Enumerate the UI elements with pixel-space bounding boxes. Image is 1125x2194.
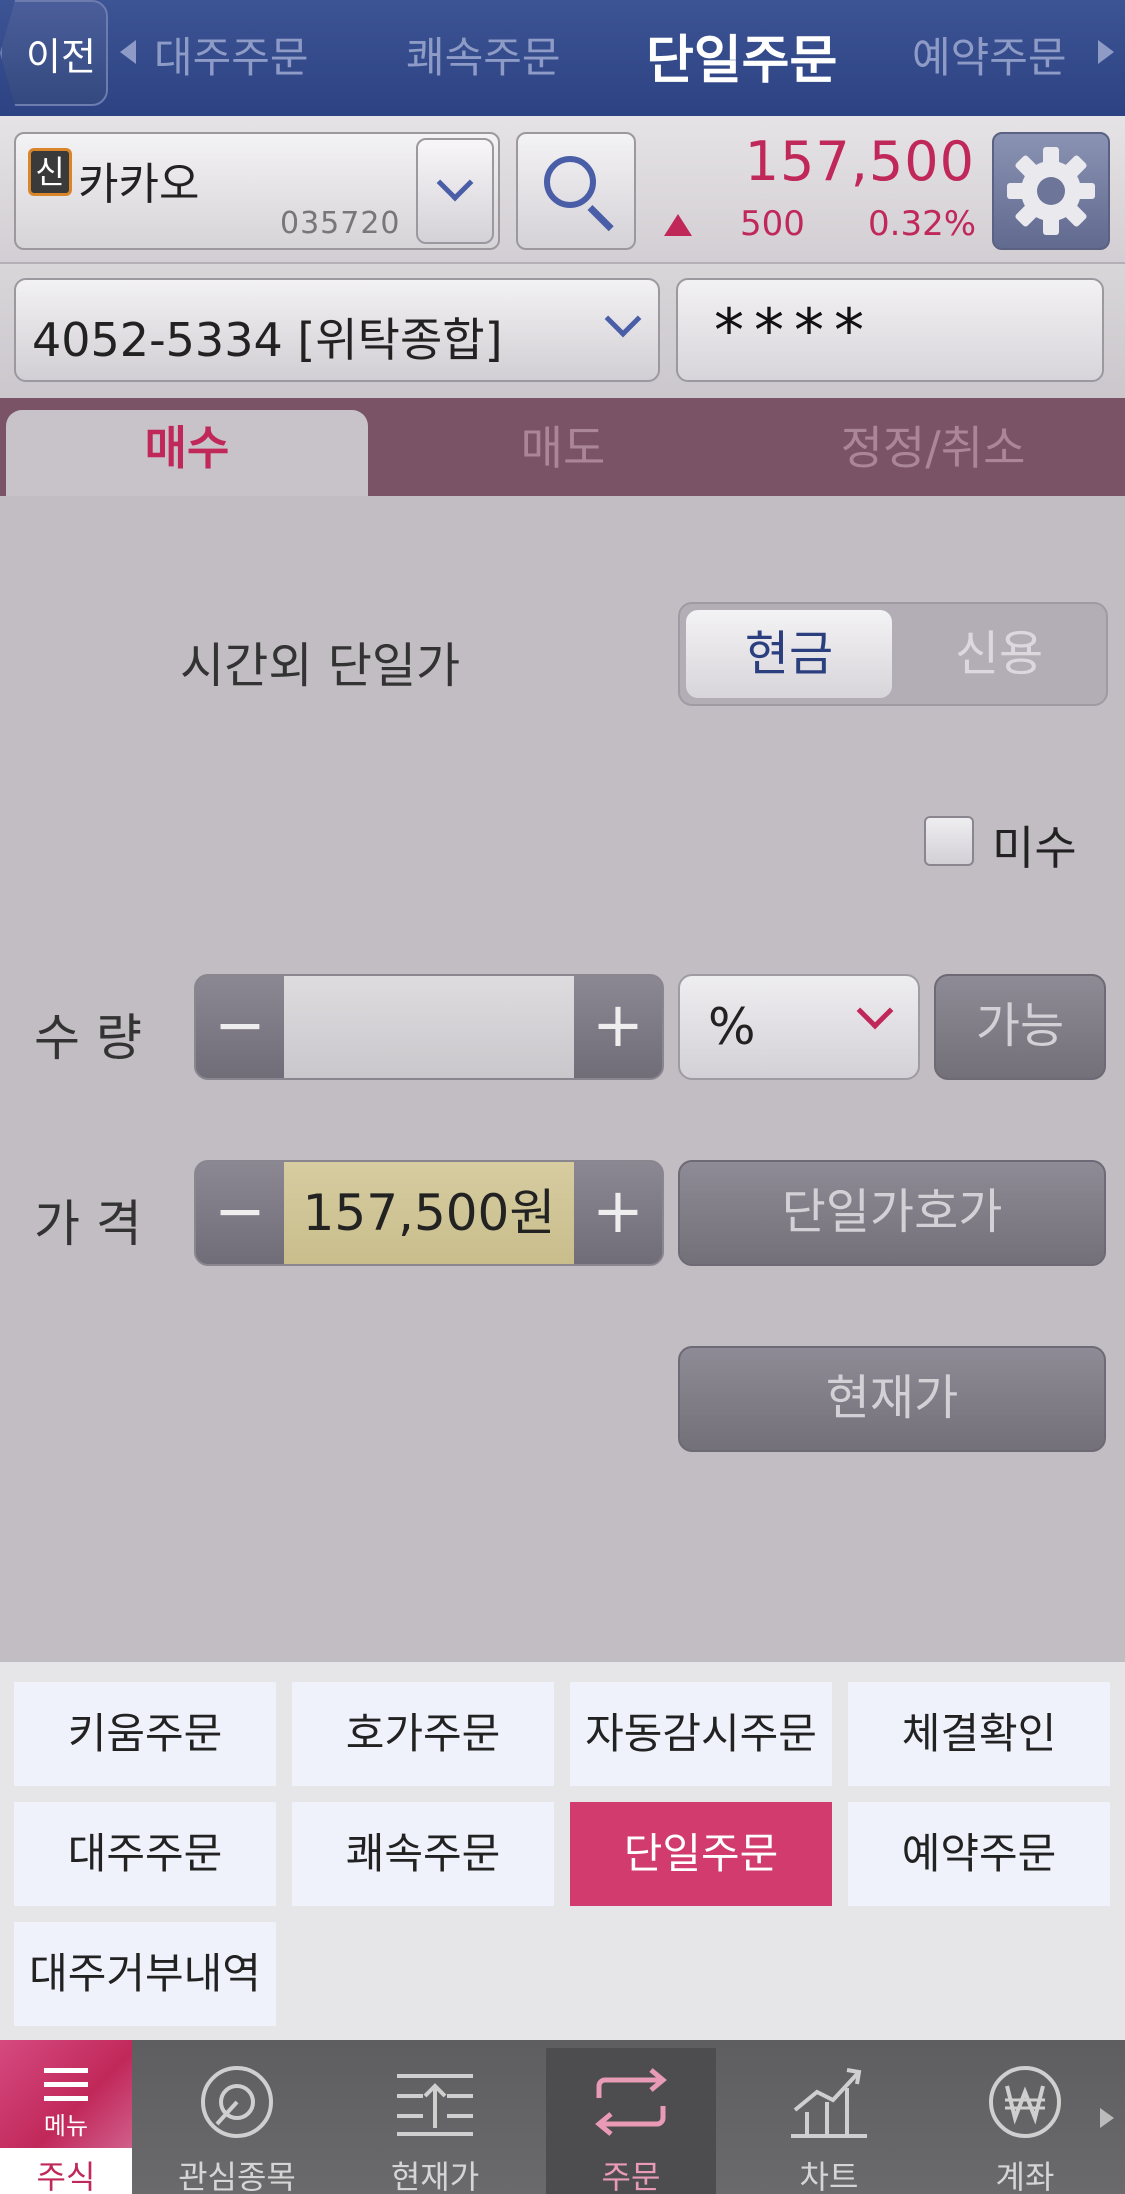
stock-dropdown-button[interactable] [416, 138, 494, 244]
order-type-label: 시간외 단일가 [180, 638, 461, 694]
payment-toggle: 현금 신용 [678, 602, 1108, 706]
account-won-icon [989, 2066, 1061, 2138]
tab-sell[interactable]: 매도 [378, 410, 748, 496]
order-icon [595, 2068, 667, 2136]
password-field[interactable]: **** [676, 278, 1104, 382]
nav-watchlist[interactable]: 관심종목 [152, 2048, 322, 2194]
credit-badge: 신 [28, 148, 72, 196]
quantity-plus-button[interactable]: + [574, 976, 662, 1078]
header-tab-quick[interactable]: 쾌속주문 [406, 24, 561, 85]
quick-auto-monitor-order[interactable]: 자동감시주문 [570, 1682, 832, 1786]
quick-hoga-order[interactable]: 호가주문 [292, 1682, 554, 1786]
quantity-minus-button[interactable]: − [196, 976, 284, 1078]
account-number: 4052-5334 [위탁종합] [32, 313, 503, 367]
menu-button[interactable]: 메뉴 주식 [0, 2040, 132, 2194]
current-price-icon [397, 2074, 473, 2136]
chevron-down-icon [436, 164, 474, 202]
quick-single-order[interactable]: 단일주문 [570, 1802, 832, 1906]
password-value: **** [714, 296, 874, 366]
current-price: 157,500 [744, 130, 975, 193]
misu-label: 미수 [992, 821, 1077, 875]
stock-selector[interactable]: 신 카카오 035720 [14, 132, 500, 250]
tab-modify-cancel[interactable]: 정정/취소 [748, 410, 1118, 496]
chevron-down-icon [604, 300, 642, 338]
single-price-quote-button[interactable]: 단일가호가 [678, 1160, 1106, 1266]
nav-label: 차트 [799, 2158, 859, 2194]
credit-option[interactable]: 신용 [896, 610, 1102, 698]
header-tab-reserve[interactable]: 예약주문 [912, 24, 1067, 85]
quick-reserve-order[interactable]: 예약주문 [848, 1802, 1110, 1906]
header-tab-daeju[interactable]: 대주주문 [154, 24, 309, 85]
price-change-rate: 0.32% [868, 204, 977, 244]
quantity-label: 수 량 [34, 1009, 142, 1067]
stock-row: 신 카카오 035720 157,500 500 0.32% [0, 116, 1125, 264]
menu-category-label: 주식 [36, 2158, 96, 2194]
quick-menu: 키움주문 호가주문 자동감시주문 체결확인 대주주문 쾌속주문 단일주문 예약주… [0, 1662, 1125, 2040]
price-input[interactable]: 157,500원 [284, 1162, 574, 1264]
quick-daeju-reject-history[interactable]: 대주거부내역 [14, 1922, 276, 2026]
nav-label: 관심종목 [178, 2158, 296, 2194]
price-change: 500 [740, 204, 805, 244]
quick-execution-check[interactable]: 체결확인 [848, 1682, 1110, 1786]
hamburger-icon [44, 2068, 88, 2073]
account-selector[interactable]: 4052-5334 [위탁종합] [14, 278, 660, 382]
settings-button[interactable] [992, 132, 1110, 250]
bottom-nav: 메뉴 주식 관심종목 현재가 주문 차트 계좌 [0, 2040, 1125, 2194]
nav-label: 현재가 [390, 2158, 480, 2194]
quick-kiwoom-order[interactable]: 키움주문 [14, 1682, 276, 1786]
nav-more-arrow-icon[interactable] [1100, 2108, 1114, 2128]
scroll-left-icon[interactable] [120, 40, 136, 64]
price-stepper: − 157,500원 + [194, 1160, 664, 1266]
stock-name: 카카오 [78, 159, 200, 210]
tab-buy[interactable]: 매수 [6, 410, 368, 496]
search-icon [544, 156, 596, 208]
nav-account[interactable]: 계좌 [940, 2048, 1110, 2194]
menu-small-label: 메뉴 [43, 2112, 89, 2140]
quantity-input[interactable] [284, 976, 574, 1078]
account-row: 4052-5334 [위탁종합] **** [0, 264, 1125, 398]
quick-daeju-order[interactable]: 대주주문 [14, 1802, 276, 1906]
unit-select-value: % [708, 998, 756, 1056]
current-price-button[interactable]: 현재가 [678, 1346, 1106, 1452]
stock-code: 035720 [280, 206, 401, 241]
top-header: 이전 대주주문 쾌속주문 단일주문 예약주문 [0, 0, 1125, 116]
unit-select[interactable]: % [678, 974, 920, 1080]
back-button[interactable]: 이전 [0, 0, 108, 106]
available-button[interactable]: 가능 [934, 974, 1106, 1080]
cash-option[interactable]: 현금 [686, 610, 892, 698]
up-arrow-icon [664, 214, 692, 236]
search-button[interactable] [516, 132, 636, 250]
order-tabs: 매수 매도 정정/취소 [0, 398, 1125, 496]
watchlist-icon [201, 2066, 273, 2138]
nav-current-price[interactable]: 현재가 [350, 2048, 520, 2194]
chart-icon [791, 2068, 867, 2138]
quantity-stepper: − + [194, 974, 664, 1080]
header-tab-single[interactable]: 단일주문 [646, 18, 837, 93]
price-label: 가 격 [34, 1195, 142, 1253]
nav-order[interactable]: 주문 [546, 2048, 716, 2194]
nav-chart[interactable]: 차트 [744, 2048, 914, 2194]
scroll-right-icon[interactable] [1098, 40, 1114, 64]
misu-checkbox[interactable] [924, 816, 974, 866]
chevron-down-icon [856, 992, 894, 1030]
nav-label: 주문 [601, 2158, 661, 2194]
gear-icon [1007, 147, 1095, 235]
quick-fast-order[interactable]: 쾌속주문 [292, 1802, 554, 1906]
price-plus-button[interactable]: + [574, 1162, 662, 1264]
nav-label: 계좌 [995, 2158, 1055, 2194]
price-minus-button[interactable]: − [196, 1162, 284, 1264]
